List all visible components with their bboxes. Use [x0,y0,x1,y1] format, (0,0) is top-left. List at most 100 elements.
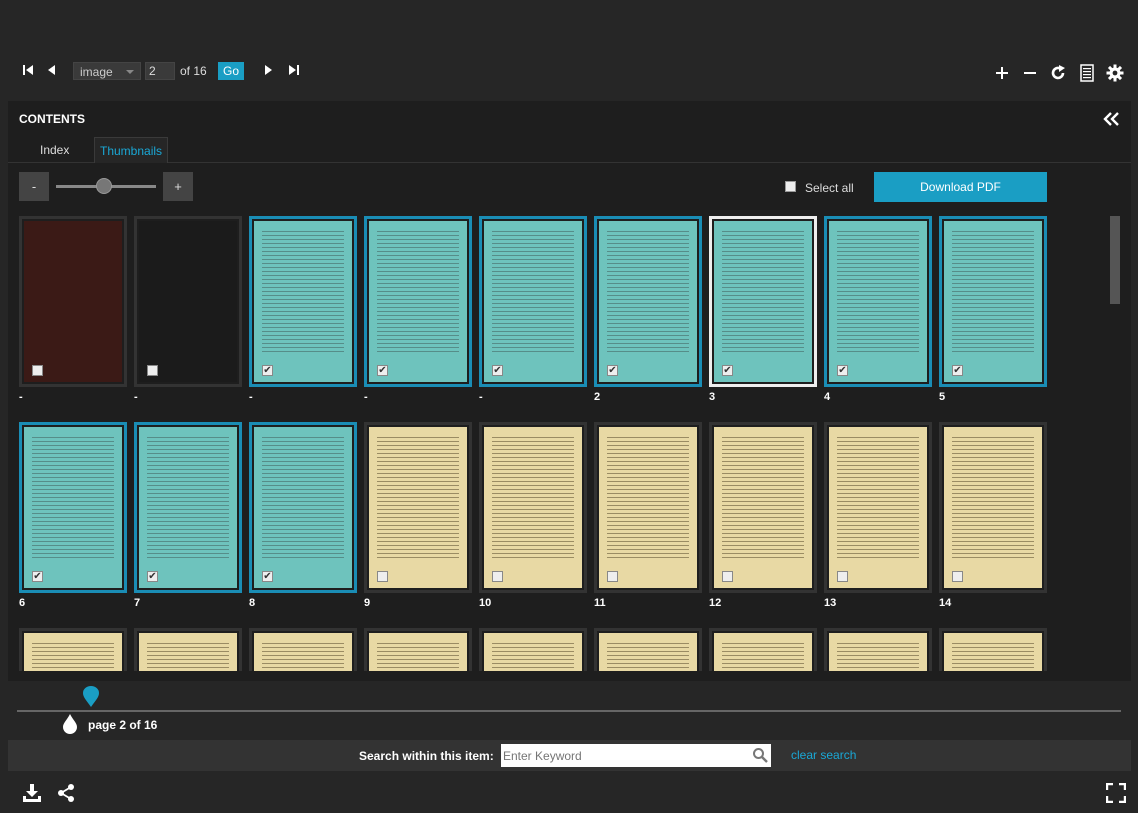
page-text-lines [722,231,804,354]
page-text-lines [492,643,574,671]
page-text-lines [262,643,344,671]
go-button[interactable]: Go [218,62,244,80]
page-text-lines [607,437,689,560]
page-thumbnail[interactable] [134,628,242,671]
thumbnail-checkbox[interactable]: ✔ [492,365,503,376]
zoom-out-icon[interactable] [1021,64,1039,82]
page-text-lines [837,437,919,560]
page-thumbnail[interactable]: ✔ [594,216,702,387]
page-thumbnail-image [139,633,237,671]
view-mode-select[interactable]: image [73,62,141,80]
page-thumbnail[interactable]: ✔ [939,216,1047,387]
page-thumbnail-image [944,221,1042,382]
page-thumbnail-image [369,633,467,671]
page-thumbnail-image [139,427,237,588]
thumbnail-checkbox[interactable] [32,365,43,376]
page-thumbnail[interactable] [479,422,587,593]
rotate-icon[interactable] [1049,64,1067,82]
share-icon[interactable] [56,783,76,803]
page-text-lines [262,437,344,560]
page-thumbnail[interactable] [594,422,702,593]
thumbnail-label: 10 [479,597,492,609]
thumbnail-checkbox[interactable]: ✔ [262,571,273,582]
page-thumbnail[interactable] [824,628,932,671]
page-thumbnail-image [599,221,697,382]
thumbnail-label: 7 [134,597,141,609]
page-text-lines [722,437,804,560]
thumbnail-checkbox[interactable]: ✔ [377,365,388,376]
thumb-zoom-in-button[interactable]: + [163,172,193,201]
thumbnail-checkbox[interactable] [377,571,388,582]
thumbnail-checkbox[interactable] [722,571,733,582]
page-thumbnail[interactable]: ✔ [19,422,127,593]
thumbnail-scrollbar[interactable] [1110,216,1120,304]
select-all-checkbox[interactable] [785,181,796,192]
page-thumbnail[interactable]: ✔ [824,216,932,387]
download-icon[interactable] [22,783,42,803]
thumbnail-checkbox[interactable] [147,365,158,376]
page-thumbnail[interactable] [249,628,357,671]
page-thumbnail[interactable] [19,216,127,387]
page-thumbnail[interactable] [709,422,817,593]
thumbnail-checkbox[interactable]: ✔ [147,571,158,582]
page-text-lines [952,643,1034,671]
page-thumbnail[interactable]: ✔ [134,422,242,593]
chevron-down-icon [126,70,134,74]
collapse-panel-icon[interactable] [1103,111,1121,127]
page-number-input[interactable] [145,62,175,80]
thumbnail-label: 3 [709,391,716,403]
thumbnail-checkbox[interactable]: ✔ [722,365,733,376]
page-thumbnail-image [254,427,352,588]
page-thumbnail[interactable]: ✔ [364,216,472,387]
page-thumbnail[interactable]: ✔ [249,422,357,593]
thumbnail-checkbox[interactable] [492,571,503,582]
page-thumbnail[interactable]: ✔ [709,216,817,387]
page-slider-track[interactable] [17,710,1121,712]
thumbnail-checkbox[interactable] [952,571,963,582]
page-thumbnail[interactable] [939,422,1047,593]
first-page-icon[interactable] [20,62,36,80]
thumbnail-checkbox[interactable]: ✔ [837,365,848,376]
page-thumbnail[interactable] [19,628,127,671]
search-icon[interactable] [752,747,768,763]
page-thumbnail[interactable] [939,628,1047,671]
download-pdf-button[interactable]: Download PDF [874,172,1047,202]
page-text-lines [607,643,689,671]
thumbnail-checkbox[interactable]: ✔ [952,365,963,376]
page-thumbnail[interactable] [364,422,472,593]
text-view-icon[interactable] [1078,64,1096,82]
page-thumbnail-image [599,633,697,671]
page-thumbnail-image [369,221,467,382]
page-thumbnail-image [714,427,812,588]
page-total: of 16 [180,64,207,78]
page-thumbnail[interactable]: ✔ [479,216,587,387]
page-thumbnail[interactable]: ✔ [249,216,357,387]
thumb-zoom-out-button[interactable]: - [19,172,49,201]
thumbnail-label: - [479,391,483,403]
zoom-in-icon[interactable] [993,64,1011,82]
search-input[interactable] [501,744,771,767]
page-thumbnail[interactable] [824,422,932,593]
last-page-icon[interactable] [286,62,302,80]
thumbnail-checkbox[interactable]: ✔ [32,571,43,582]
thumbnail-checkbox[interactable]: ✔ [607,365,618,376]
page-thumbnail[interactable] [364,628,472,671]
clear-search-link[interactable]: clear search [791,748,856,762]
next-page-icon[interactable] [260,62,276,80]
page-thumbnail[interactable] [134,216,242,387]
prev-page-icon[interactable] [44,62,60,80]
thumbnail-label: 8 [249,597,256,609]
page-thumbnail[interactable] [709,628,817,671]
fullscreen-icon[interactable] [1105,782,1127,804]
thumbnail-label: 12 [709,597,722,609]
page-slider-marker[interactable] [82,686,100,708]
thumbnail-checkbox[interactable] [837,571,848,582]
thumb-zoom-slider[interactable] [96,178,112,194]
tab-index[interactable]: Index [35,137,74,163]
settings-icon[interactable] [1106,64,1124,82]
thumbnail-checkbox[interactable] [607,571,618,582]
tab-thumbnails[interactable]: Thumbnails [94,137,169,163]
thumbnail-checkbox[interactable]: ✔ [262,365,273,376]
page-thumbnail[interactable] [479,628,587,671]
page-thumbnail[interactable] [594,628,702,671]
